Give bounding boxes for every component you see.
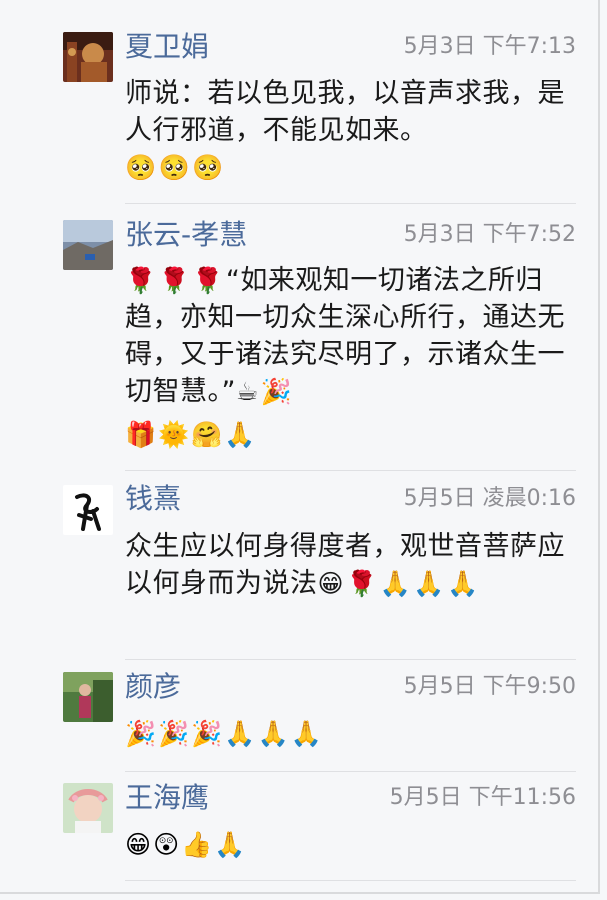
- hugging-face-icon: 🤗: [191, 420, 223, 449]
- pleading-face-emoji-icon: 🥺: [125, 153, 157, 182]
- avatar[interactable]: [63, 672, 113, 722]
- emoji-row: 😁😲👍🙏: [125, 826, 247, 866]
- divider: [125, 470, 576, 471]
- comment-time: 5月5日 下午9:50: [403, 674, 576, 699]
- pleading-face-emoji-icon: 🥺: [158, 153, 191, 182]
- party-popper-icon: 🎉: [260, 377, 293, 406]
- emoji-row: 🎁🌞🤗🙏: [125, 416, 258, 456]
- pray-icon: 🙏: [446, 569, 479, 598]
- avatar[interactable]: [63, 485, 113, 535]
- avatar[interactable]: [63, 32, 113, 82]
- party-popper-icon: 🎉: [125, 719, 157, 748]
- comment-time: 5月3日 下午7:52: [403, 222, 576, 247]
- surprised-face-icon: 😲: [153, 830, 180, 859]
- rose-icon: 🌹: [192, 266, 224, 295]
- commenter-name[interactable]: 王海鹰: [125, 781, 209, 815]
- coffee-icon: ☕: [236, 377, 259, 406]
- pray-icon: 🙏: [379, 569, 412, 598]
- commenter-name[interactable]: 夏卫娟: [125, 30, 209, 64]
- party-popper-icon: 🎉: [158, 719, 190, 748]
- avatar[interactable]: [63, 220, 113, 270]
- divider: [125, 659, 576, 660]
- sun-icon: 🌞: [158, 420, 190, 449]
- commenter-name[interactable]: 颜彦: [125, 670, 181, 704]
- pray-icon: 🙏: [290, 719, 322, 748]
- pray-icon: 🙏: [224, 719, 256, 748]
- pray-icon: 🙏: [214, 830, 246, 859]
- divider: [125, 203, 576, 204]
- comment-text: 师说：若以色见我，以音声求我，是人行邪道，不能见如来。 🥺🥺🥺: [125, 75, 580, 186]
- comment-text: 众生应以何身得度者，观世音菩萨应以何身而为说法😁🌹🙏🙏🙏: [125, 528, 580, 602]
- grinning-face-icon: 😁: [125, 830, 152, 859]
- comment-time: 5月5日 凌晨0:16: [403, 486, 576, 511]
- divider: [125, 880, 576, 881]
- pray-icon: 🙏: [257, 719, 289, 748]
- gift-icon: 🎁: [125, 420, 157, 449]
- comment-body: 师说：若以色见我，以音声求我，是人行邪道，不能见如来。: [125, 78, 565, 146]
- comment-body: “如来观知一切诸法之所归趋，亦知一切众生深心所行，通达无碍，又于诸法究尽明了，示…: [125, 265, 565, 407]
- rose-icon: 🌹: [158, 266, 191, 295]
- thumbs-up-icon: 👍: [181, 830, 213, 859]
- commenter-name[interactable]: 张云-孝慧: [125, 218, 247, 252]
- emoji-row: 🎉🎉🎉🙏🙏🙏: [125, 715, 324, 755]
- pray-icon: 🙏: [224, 420, 256, 449]
- pleading-face-emoji-icon: 🥺: [192, 153, 224, 182]
- commenter-name[interactable]: 钱熹: [125, 482, 181, 516]
- divider: [125, 771, 576, 772]
- rose-icon: 🌹: [346, 569, 378, 598]
- rose-icon: 🌹: [125, 266, 157, 295]
- party-popper-icon: 🎉: [191, 719, 223, 748]
- comment-body: 众生应以何身得度者，观世音菩萨应以何身而为说法: [125, 531, 565, 599]
- moments-comment-list: 夏卫娟 5月3日 下午7:13 师说：若以色见我，以音声求我，是人行邪道，不能见…: [0, 0, 600, 894]
- comment-text: 🌹🌹🌹“如来观知一切诸法之所归趋，亦知一切众生深心所行，通达无碍，又于诸法究尽明…: [125, 262, 580, 410]
- comment-time: 5月5日 下午11:56: [389, 785, 576, 810]
- avatar[interactable]: [63, 783, 113, 833]
- pray-icon: 🙏: [413, 569, 445, 598]
- grinning-face-icon: 😁: [317, 569, 345, 598]
- comment-time: 5月3日 下午7:13: [403, 34, 576, 59]
